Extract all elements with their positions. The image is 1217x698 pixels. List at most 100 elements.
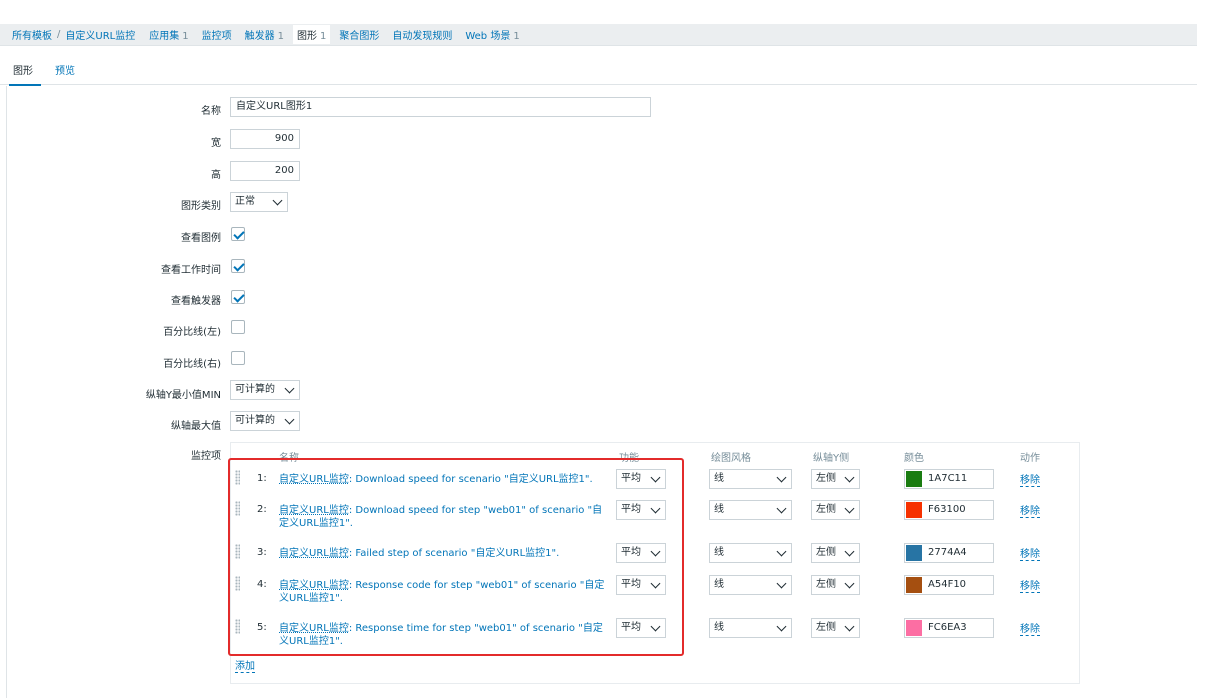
breadcrumb-web-scenarios[interactable]: Web 场景 1 — [465, 27, 519, 42]
chevron-down-icon — [650, 546, 661, 557]
color-value: A54F10 — [928, 579, 967, 590]
draw-style-select[interactable]: 线 — [709, 543, 792, 563]
color-value: FC6EA3 — [928, 622, 967, 633]
y-axis-select[interactable]: 左侧 — [811, 575, 860, 595]
percentile-right-label: 百分比线(右) — [163, 359, 221, 370]
draw-style-select[interactable]: 线 — [709, 618, 792, 638]
ymax-label: 纵轴最大值 — [171, 421, 221, 432]
draw-style-select[interactable]: 线 — [709, 469, 792, 489]
function-select[interactable]: 平均 — [616, 500, 666, 520]
drag-handle-icon[interactable] — [235, 576, 240, 591]
y-axis-select[interactable]: 左侧 — [811, 618, 860, 638]
percentile-right-checkbox[interactable] — [231, 351, 245, 365]
breadcrumb-applications[interactable]: 应用集 1 — [149, 27, 188, 42]
header-name: 名称 — [279, 453, 299, 464]
header-y-axis: 纵轴Y侧 — [813, 453, 850, 464]
graph-items-table: 名称 功能 绘图风格 纵轴Y侧 颜色 动作 1: 自定义URL监控: Downl… — [230, 442, 1080, 684]
y-axis-select[interactable]: 左侧 — [811, 469, 860, 489]
add-item-link[interactable]: 添加 — [235, 661, 255, 673]
function-select[interactable]: 平均 — [616, 469, 666, 489]
color-swatch[interactable] — [906, 471, 922, 487]
show-triggers-label: 查看触发器 — [171, 296, 221, 307]
draw-style-select[interactable]: 线 — [709, 575, 792, 595]
show-triggers-checkbox[interactable] — [231, 290, 245, 304]
drag-handle-icon[interactable] — [235, 501, 240, 516]
chevron-down-icon — [776, 472, 787, 483]
drag-handle-icon[interactable] — [235, 470, 240, 485]
name-input[interactable]: 自定义URL图形1 — [230, 97, 651, 117]
color-swatch[interactable] — [906, 577, 922, 593]
item-name-link[interactable]: 自定义URL监控: Failed step of scenario "自定义UR… — [279, 547, 609, 560]
breadcrumb: 所有模板 / 自定义URL监控 应用集 1 监控项 触发器 1 图形 1 聚合图形 自… — [0, 24, 1197, 46]
breadcrumb-template[interactable]: 自定义URL监控 — [65, 27, 135, 42]
item-name-link[interactable]: 自定义URL监控: Response time for step "web01"… — [279, 622, 609, 648]
header-function: 功能 — [619, 453, 639, 464]
breadcrumb-discovery-rules[interactable]: 自动发现规则 — [392, 27, 452, 42]
remove-link[interactable]: 移除 — [1020, 475, 1040, 487]
show-worktime-checkbox[interactable] — [231, 259, 245, 273]
remove-link[interactable]: 移除 — [1020, 581, 1040, 593]
breadcrumb-screens[interactable]: 聚合图形 — [339, 27, 379, 42]
header-draw-style: 绘图风格 — [711, 453, 751, 464]
percentile-left-checkbox[interactable] — [231, 320, 245, 334]
row-index: 2: — [257, 504, 267, 515]
name-label: 名称 — [201, 106, 221, 117]
header-color: 颜色 — [904, 453, 924, 464]
function-select[interactable]: 平均 — [616, 543, 666, 563]
color-swatch[interactable] — [906, 545, 922, 561]
show-worktime-label: 查看工作时间 — [161, 265, 221, 276]
show-legend-checkbox[interactable] — [231, 227, 245, 241]
width-label: 宽 — [211, 138, 221, 149]
color-swatch[interactable] — [906, 502, 922, 518]
drag-handle-icon[interactable] — [235, 619, 240, 634]
breadcrumb-all-templates[interactable]: 所有模板 — [12, 27, 52, 42]
chevron-down-icon — [844, 503, 855, 514]
graph-type-select[interactable]: 正常 — [230, 192, 288, 212]
chevron-down-icon — [844, 578, 855, 589]
items-label: 监控项 — [191, 451, 221, 462]
drag-handle-icon[interactable] — [235, 544, 240, 559]
chevron-down-icon — [272, 195, 283, 206]
chevron-down-icon — [650, 472, 661, 483]
tab-preview[interactable]: 预览 — [55, 62, 75, 77]
tab-bar: 图形 预览 — [0, 58, 1197, 86]
chevron-down-icon — [844, 546, 855, 557]
y-axis-select[interactable]: 左侧 — [811, 500, 860, 520]
row-index: 1: — [257, 473, 267, 484]
item-name-link[interactable]: 自定义URL监控: Download speed for scenario "自… — [279, 473, 609, 486]
tab-graph[interactable]: 图形 — [9, 62, 41, 86]
breadcrumb-graphs[interactable]: 图形 1 — [292, 25, 331, 44]
row-index: 3: — [257, 547, 267, 558]
height-label: 高 — [211, 170, 221, 181]
y-axis-select[interactable]: 左侧 — [811, 543, 860, 563]
width-input[interactable]: 900 — [230, 129, 300, 149]
ymin-label: 纵轴Y最小值MIN — [145, 390, 221, 401]
chevron-down-icon — [776, 621, 787, 632]
item-name-link[interactable]: 自定义URL监控: Download speed for step "web01… — [279, 504, 609, 530]
breadcrumb-triggers[interactable]: 触发器 1 — [245, 27, 284, 42]
function-select[interactable]: 平均 — [616, 575, 666, 595]
item-name-link[interactable]: 自定义URL监控: Response code for step "web01"… — [279, 579, 609, 605]
row-index: 4: — [257, 579, 267, 590]
remove-link[interactable]: 移除 — [1020, 624, 1040, 636]
chevron-down-icon — [650, 578, 661, 589]
function-select[interactable]: 平均 — [616, 618, 666, 638]
draw-style-select[interactable]: 线 — [709, 500, 792, 520]
chevron-down-icon — [776, 546, 787, 557]
chevron-down-icon — [844, 621, 855, 632]
row-index: 5: — [257, 622, 267, 633]
color-swatch[interactable] — [906, 620, 922, 636]
remove-link[interactable]: 移除 — [1020, 549, 1040, 561]
color-value: F63100 — [928, 504, 966, 515]
graph-type-label: 图形类别 — [181, 201, 221, 212]
color-value: 2774A4 — [928, 547, 967, 558]
chevron-down-icon — [776, 503, 787, 514]
ymin-select[interactable]: 可计算的 — [230, 380, 300, 400]
show-legend-label: 查看图例 — [181, 233, 221, 244]
ymax-select[interactable]: 可计算的 — [230, 411, 300, 431]
chevron-down-icon — [844, 472, 855, 483]
breadcrumb-items[interactable]: 监控项 — [202, 27, 232, 42]
breadcrumb-separator: / — [57, 29, 61, 40]
remove-link[interactable]: 移除 — [1020, 506, 1040, 518]
height-input[interactable]: 200 — [230, 161, 300, 181]
